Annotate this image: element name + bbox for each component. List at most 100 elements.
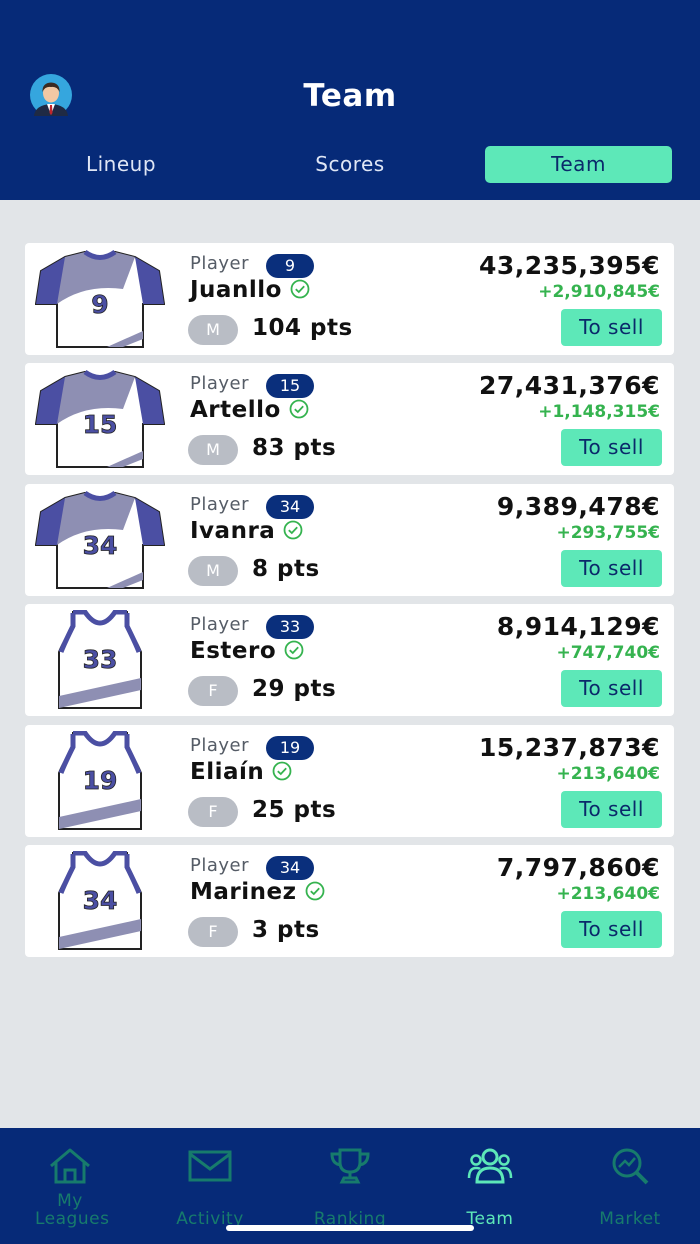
- player-role: Player: [190, 855, 250, 876]
- price-change: +213,640€: [556, 884, 660, 904]
- to-sell-button[interactable]: To sell: [561, 791, 662, 828]
- jersey-image: 34: [35, 851, 165, 951]
- tab-bar: Lineup Scores Team: [0, 146, 700, 184]
- player-number-badge: 19: [266, 736, 314, 760]
- player-card[interactable]: 34 Player 34 Marinez F 3 pts 7,797,860€ …: [25, 845, 674, 957]
- nav-label: Market: [599, 1209, 661, 1229]
- player-number-badge: 33: [266, 615, 314, 639]
- player-price: 8,914,129€: [496, 612, 660, 641]
- home-icon: [50, 1148, 90, 1184]
- jersey-image: 33: [35, 610, 165, 710]
- player-role: Player: [190, 373, 250, 394]
- player-name: Juanllo: [190, 277, 282, 303]
- player-card[interactable]: 19 Player 19 Eliaín F 25 pts 15,237,873€…: [25, 725, 674, 837]
- player-name: Ivanra: [190, 518, 276, 544]
- jersey-tank-icon: 33: [58, 610, 142, 709]
- jersey-number: 34: [83, 531, 118, 560]
- price-change: +747,740€: [556, 643, 660, 663]
- nav-activity[interactable]: Activity: [140, 1146, 280, 1228]
- player-points: 3 pts: [252, 917, 320, 943]
- nav-team[interactable]: Team: [420, 1146, 560, 1228]
- player-price: 9,389,478€: [496, 492, 660, 521]
- price-change: +1,148,315€: [538, 402, 660, 422]
- check-circle-icon: [284, 640, 304, 660]
- nav-my-leagues[interactable]: My Leagues: [0, 1146, 140, 1228]
- jersey-tank-icon: 34: [58, 851, 142, 950]
- jersey-tank-icon: 19: [58, 731, 142, 830]
- jersey-number: 9: [91, 290, 108, 319]
- player-number-badge: 15: [266, 374, 314, 398]
- price-change: +213,640€: [556, 764, 660, 784]
- to-sell-button[interactable]: To sell: [561, 429, 662, 466]
- player-card[interactable]: 34 Player 34 Ivanra M 8 pts 9,389,478€ +…: [25, 484, 674, 596]
- check-circle-icon: [289, 399, 309, 419]
- market-search-icon: [612, 1148, 649, 1185]
- player-name-row: Juanllo: [190, 277, 310, 303]
- player-name-row: Ivanra: [190, 518, 303, 544]
- player-name: Marinez: [190, 879, 297, 905]
- player-points: 29 pts: [252, 676, 337, 702]
- check-circle-icon: [272, 761, 292, 781]
- jersey-image: 9: [35, 249, 165, 349]
- player-points: 83 pts: [252, 435, 337, 461]
- jersey-shirt-icon: 15: [35, 369, 165, 468]
- player-number-badge: 34: [266, 856, 314, 880]
- player-name-row: Eliaín: [190, 759, 292, 785]
- player-card[interactable]: 15 Player 15 Artello M 83 pts 27,431,376…: [25, 363, 674, 475]
- player-price: 15,237,873€: [478, 733, 660, 762]
- jersey-image: 34: [35, 490, 165, 590]
- to-sell-button[interactable]: To sell: [561, 309, 662, 346]
- jersey-image: 15: [35, 369, 165, 469]
- tab-scores[interactable]: Scores: [275, 146, 425, 183]
- player-number-badge: 9: [266, 254, 314, 278]
- position-badge: F: [188, 797, 238, 827]
- jersey-number: 33: [83, 645, 118, 674]
- nav-label: My Leagues: [35, 1191, 110, 1229]
- jersey-image: 19: [35, 731, 165, 831]
- price-change: +293,755€: [556, 523, 660, 543]
- player-card[interactable]: 33 Player 33 Estero F 29 pts 8,914,129€ …: [25, 604, 674, 716]
- position-badge: M: [188, 315, 238, 345]
- position-badge: F: [188, 676, 238, 706]
- mail-icon: [188, 1150, 232, 1182]
- jersey-number: 15: [83, 410, 118, 439]
- price-change: +2,910,845€: [538, 282, 660, 302]
- position-badge: M: [188, 556, 238, 586]
- to-sell-button[interactable]: To sell: [561, 550, 662, 587]
- player-points: 25 pts: [252, 797, 337, 823]
- nav-market[interactable]: Market: [560, 1146, 700, 1228]
- player-price: 7,797,860€: [496, 853, 660, 882]
- to-sell-button[interactable]: To sell: [561, 670, 662, 707]
- player-price: 43,235,395€: [478, 251, 660, 280]
- player-name: Artello: [190, 397, 281, 423]
- player-points: 8 pts: [252, 556, 320, 582]
- jersey-shirt-icon: 34: [35, 490, 165, 589]
- jersey-number: 34: [83, 886, 118, 915]
- player-number-badge: 34: [266, 495, 314, 519]
- tab-team[interactable]: Team: [485, 146, 672, 183]
- position-badge: M: [188, 435, 238, 465]
- jersey-shirt-icon: 9: [35, 249, 165, 348]
- player-name-row: Artello: [190, 397, 309, 423]
- player-role: Player: [190, 735, 250, 756]
- page-title: Team: [303, 78, 397, 114]
- player-name-row: Marinez: [190, 879, 325, 905]
- player-name: Eliaín: [190, 759, 265, 785]
- tab-lineup[interactable]: Lineup: [46, 146, 196, 183]
- nav-ranking[interactable]: Ranking: [280, 1146, 420, 1228]
- player-role: Player: [190, 253, 250, 274]
- player-name: Estero: [190, 638, 277, 664]
- check-circle-icon: [290, 279, 310, 299]
- check-circle-icon: [305, 881, 324, 901]
- to-sell-button[interactable]: To sell: [561, 911, 662, 948]
- top-header: Team Lineup Scores Team: [0, 0, 700, 200]
- team-icon: [467, 1148, 513, 1184]
- player-name-row: Estero: [190, 638, 304, 664]
- jersey-number: 19: [83, 766, 118, 795]
- check-circle-icon: [283, 520, 303, 540]
- player-role: Player: [190, 494, 250, 515]
- player-card[interactable]: 9 Player 9 Juanllo M 104 pts 43,235,395€…: [25, 243, 674, 355]
- home-indicator: [226, 1225, 474, 1231]
- player-role: Player: [190, 614, 250, 635]
- player-price: 27,431,376€: [478, 371, 660, 400]
